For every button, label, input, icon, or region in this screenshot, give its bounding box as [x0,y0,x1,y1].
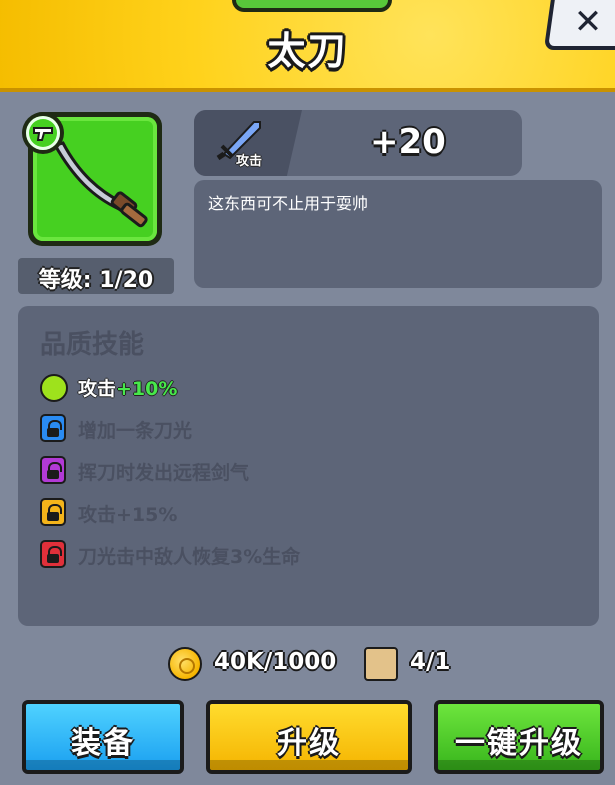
quality-skills-panel: 品质技能 攻击+10% 增加一条刀光 挥刀时发出远程剑气 攻击+15% 刀光击中… [18,306,599,626]
one-click-upgrade-label: 一键升级 [455,726,583,761]
upgrade-button[interactable]: 升级 [206,700,412,774]
skill-label: 攻击 [78,378,117,400]
stat-label: 攻击 [236,154,263,169]
blueprint-scroll-icon [364,647,398,681]
attack-stat: 攻击 +20 [194,110,522,176]
lock-icon [40,540,66,568]
skill-label: 刀光击中敌人恢复3%生命 [78,546,301,568]
equip-button-label: 装备 [71,726,135,761]
description-box: 这东西可不止用于耍帅 [194,180,602,288]
level-indicator: 等级: 1/20 [18,258,174,294]
header-bar: 太刀 [0,0,615,92]
unlocked-dot-icon [40,374,68,402]
description-text: 这东西可不止用于耍帅 [208,194,369,213]
upgrade-button-label: 升级 [277,726,341,761]
skill-label: 挥刀时发出远程剑气 [78,462,250,484]
skills-title: 品质技能 [40,330,145,360]
scroll-cost-text: 4/1 [410,649,451,675]
weapon-type-badge [22,112,64,154]
close-button[interactable]: ✕ [543,0,615,50]
skill-label: 攻击+15% [78,504,178,526]
skill-label: 增加一条刀光 [78,420,193,442]
skill-bonus: +10% [116,378,178,400]
lock-icon [40,498,66,526]
lock-icon [40,456,66,484]
pistol-icon [33,127,53,141]
gold-cost-text: 40K/1000 [214,649,337,675]
level-text: 等级: 1/20 [38,268,154,293]
header-tab-decoration [232,0,392,12]
page-title: 太刀 [267,29,348,73]
lock-icon [40,414,66,442]
one-click-upgrade-button[interactable]: 一键升级 [434,700,604,774]
coin-icon [168,647,202,681]
stat-value: +20 [370,122,446,162]
equip-button[interactable]: 装备 [22,700,184,774]
close-icon: ✕ [573,2,603,42]
